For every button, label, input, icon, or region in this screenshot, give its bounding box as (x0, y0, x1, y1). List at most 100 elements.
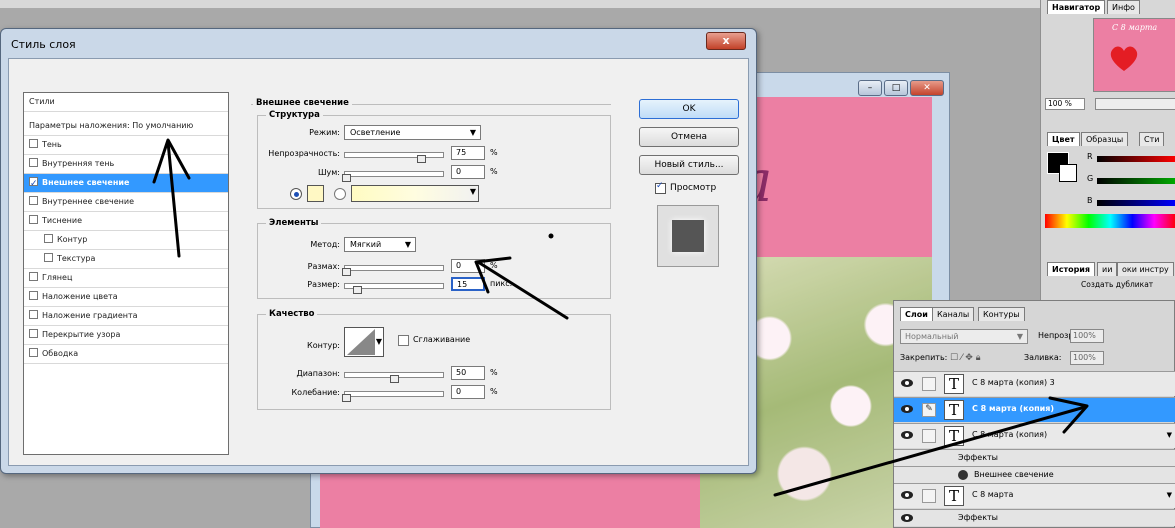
tab-layers[interactable]: Слои (900, 307, 933, 321)
brush-icon[interactable]: ✎ (922, 403, 936, 417)
glow-color-swatch[interactable] (307, 185, 324, 202)
range-input[interactable]: 50 (451, 366, 485, 380)
eye-icon[interactable] (901, 431, 913, 439)
styles-item-color-overlay[interactable]: Наложение цвета (24, 288, 228, 307)
styles-item-pattern-overlay[interactable]: Перекрытие узора (24, 326, 228, 345)
styles-item-inner-glow[interactable]: Внутреннее свечение (24, 193, 228, 212)
eye-icon[interactable] (901, 379, 913, 387)
eye-icon[interactable] (901, 514, 913, 522)
dialog-close-button[interactable]: x (706, 32, 746, 50)
link-box[interactable] (922, 489, 936, 503)
color-radio[interactable] (290, 188, 302, 200)
jitter-slider-thumb[interactable] (342, 394, 351, 402)
mode-select[interactable]: Осветление ▼ (344, 125, 481, 140)
layer-row[interactable]: T С 8 марта ▼ (894, 483, 1175, 508)
tab-swatches[interactable]: Образцы (1081, 132, 1129, 146)
channel-b-slider[interactable] (1097, 200, 1175, 206)
styles-item-contour[interactable]: Контур (24, 231, 228, 250)
maximize-button[interactable]: □ (884, 80, 908, 96)
layer-row[interactable]: T С 8 марта (копия) ▼ (894, 423, 1175, 448)
tab-tool-presets[interactable]: оки инстру (1117, 262, 1174, 276)
eye-icon[interactable] (901, 405, 913, 413)
styles-item-bevel-emboss[interactable]: Тиснение (24, 212, 228, 231)
color-spectrum-bar[interactable] (1045, 214, 1175, 228)
method-select[interactable]: Мягкий ▼ (344, 237, 416, 252)
range-slider-thumb[interactable] (390, 375, 399, 383)
range-slider[interactable] (344, 372, 444, 383)
pattern-overlay-checkbox[interactable] (29, 329, 38, 338)
link-box[interactable] (922, 377, 936, 391)
opacity-slider-thumb[interactable] (417, 155, 426, 163)
cancel-button[interactable]: Отмена (639, 127, 739, 147)
color-overlay-checkbox[interactable] (29, 291, 38, 300)
close-document-button[interactable]: ✕ (910, 80, 944, 96)
effects-row[interactable]: Эффекты (894, 509, 1175, 526)
satin-checkbox[interactable] (29, 272, 38, 281)
styles-item-inner-shadow[interactable]: Внутренняя тень (24, 155, 228, 174)
inner-glow-checkbox[interactable] (29, 196, 38, 205)
styles-item-outer-glow[interactable]: Внешнее свечение (24, 174, 228, 193)
styles-item-gradient-overlay[interactable]: Наложение градиента (24, 307, 228, 326)
antialias-checkbox[interactable] (398, 335, 409, 346)
layer-row-selected[interactable]: ✎ T С 8 марта (копия) (894, 397, 1175, 422)
history-item[interactable]: Создать дубликат (1081, 280, 1153, 289)
size-slider-thumb[interactable] (353, 286, 362, 294)
effects-row[interactable]: Эффекты (894, 449, 1175, 466)
size-slider[interactable] (344, 283, 444, 294)
noise-slider[interactable] (342, 171, 444, 182)
effect-outer-glow-row[interactable]: Внешнее свечение (894, 466, 1175, 483)
new-style-button[interactable]: Новый стиль... (639, 155, 739, 175)
styles-item-satin[interactable]: Глянец (24, 269, 228, 288)
contour-picker[interactable]: ▼ (344, 327, 384, 357)
minimize-button[interactable]: – (858, 80, 882, 96)
tab-history[interactable]: История (1047, 262, 1096, 276)
spread-slider-thumb[interactable] (342, 268, 351, 276)
opacity-input[interactable]: 75 (451, 146, 485, 160)
spread-slider[interactable] (342, 265, 444, 276)
glow-gradient-picker[interactable]: ▼ (351, 185, 479, 202)
jitter-input[interactable]: 0 (451, 385, 485, 399)
tab-paths[interactable]: Контуры (978, 307, 1025, 321)
effect-eye-icon[interactable] (958, 470, 968, 480)
inner-shadow-checkbox[interactable] (29, 158, 38, 167)
styles-header[interactable]: Стили (24, 93, 228, 112)
layer-row[interactable]: T С 8 марта (копия) 3 (894, 371, 1175, 396)
tab-channels[interactable]: Каналы (932, 307, 975, 321)
navigator-thumbnail[interactable]: С 8 марта (1093, 18, 1175, 92)
ok-button[interactable]: OK (639, 99, 739, 119)
zoom-slider[interactable] (1095, 98, 1175, 110)
tab-styles[interactable]: Сти (1139, 132, 1165, 146)
channel-r-slider[interactable] (1097, 156, 1175, 162)
styles-item-drop-shadow[interactable]: Тень (24, 136, 228, 155)
channel-g-slider[interactable] (1097, 178, 1175, 184)
noise-slider-thumb[interactable] (342, 174, 351, 182)
contour-checkbox[interactable] (44, 234, 53, 243)
blend-mode-select[interactable]: Нормальный ▼ (900, 329, 1028, 344)
styles-item-stroke[interactable]: Обводка (24, 345, 228, 364)
zoom-input[interactable]: 100 % (1045, 98, 1085, 110)
link-box[interactable] (922, 429, 936, 443)
spread-input[interactable]: 0 (451, 259, 485, 273)
stroke-checkbox[interactable] (29, 348, 38, 357)
size-input[interactable]: 15 (451, 277, 485, 291)
preview-checkbox[interactable]: ✓ (655, 181, 666, 194)
fill-input[interactable]: 100% (1070, 351, 1104, 365)
styles-item-blending-options[interactable]: Параметры наложения: По умолчанию (24, 117, 228, 136)
background-color[interactable] (1059, 164, 1077, 182)
gradient-radio[interactable] (334, 188, 346, 200)
layer-opacity-input[interactable]: 100% (1070, 329, 1104, 343)
chevron-down-icon[interactable]: ▼ (1167, 491, 1172, 499)
jitter-slider[interactable] (342, 391, 444, 402)
tab-navigator[interactable]: Навигатор (1047, 0, 1106, 14)
drop-shadow-checkbox[interactable] (29, 139, 38, 148)
noise-input[interactable]: 0 (451, 165, 485, 179)
tab-info[interactable]: Инфо (1107, 0, 1140, 14)
texture-checkbox[interactable] (44, 253, 53, 262)
outer-glow-checkbox[interactable] (29, 175, 38, 193)
eye-icon[interactable] (901, 491, 913, 499)
opacity-slider[interactable] (344, 152, 444, 163)
tab-color[interactable]: Цвет (1047, 132, 1080, 146)
lock-icons[interactable]: ☐ ⁄ ✥ 🔒︎ (950, 353, 980, 363)
styles-item-texture[interactable]: Текстура (24, 250, 228, 269)
chevron-down-icon[interactable]: ▼ (1167, 431, 1172, 439)
